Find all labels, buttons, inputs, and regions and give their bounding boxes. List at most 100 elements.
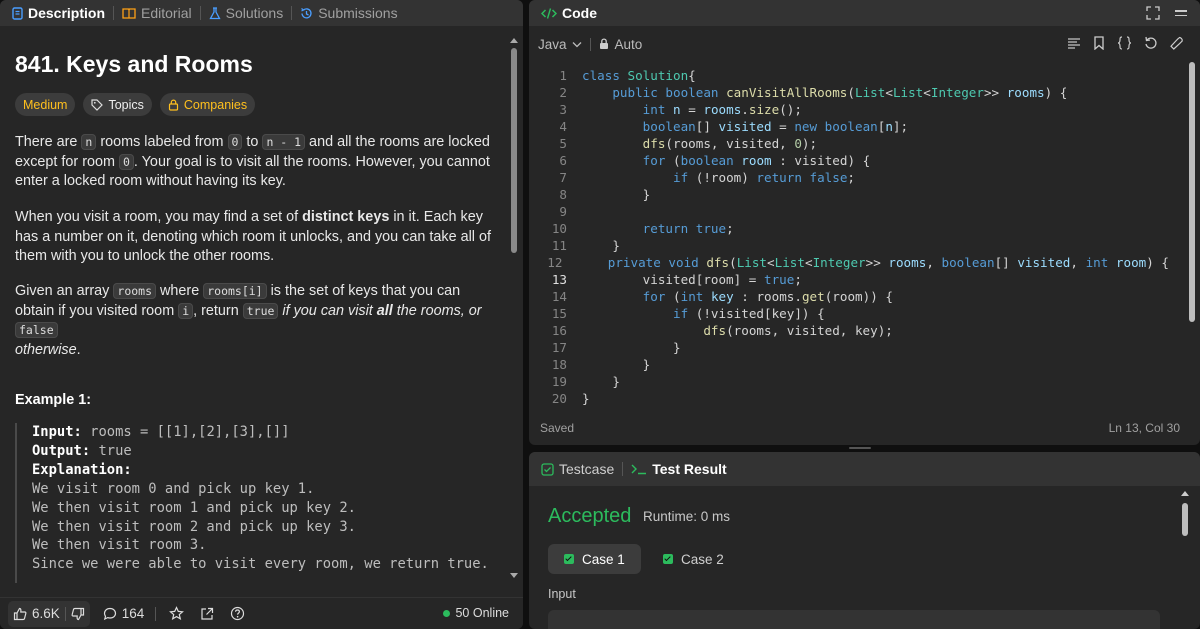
code-token: Solution: [627, 68, 689, 83]
auto-mode-toggle[interactable]: Auto: [599, 37, 642, 52]
scrollbar-thumb[interactable]: [1182, 503, 1188, 536]
code-token: n: [885, 119, 893, 134]
problem-title[interactable]: 841. Keys and Rooms: [15, 51, 253, 78]
line-number: 15: [551, 306, 567, 321]
scrollbar-thumb[interactable]: [511, 48, 517, 253]
favorite-button[interactable]: [164, 601, 189, 627]
reset-icon[interactable]: [1144, 36, 1158, 50]
inline-code: true: [242, 302, 279, 319]
share-button[interactable]: [195, 601, 219, 627]
description-scrollbar[interactable]: [510, 38, 518, 578]
code-line[interactable]: 3 int n = rooms.size();: [529, 101, 1169, 118]
code-text: private void dfs(List<List<Integer>> roo…: [562, 254, 1169, 271]
feedback-button[interactable]: [225, 601, 250, 627]
settings-icon[interactable]: [1170, 36, 1184, 50]
dislike-button[interactable]: [66, 601, 90, 627]
more-options-icon[interactable]: [1174, 6, 1188, 20]
tab-test-result[interactable]: Test Result: [627, 452, 730, 486]
test-scrollbar[interactable]: [1179, 488, 1191, 628]
code-line[interactable]: 19 }: [529, 373, 1169, 390]
code-token: }: [582, 187, 651, 202]
format-icon[interactable]: [1067, 36, 1081, 50]
code-line[interactable]: 2 public boolean canVisitAllRooms(List<L…: [529, 84, 1169, 101]
checkbox-icon: [541, 462, 554, 476]
code-scrollbar[interactable]: [1187, 62, 1197, 412]
italic-text: the rooms, or: [392, 302, 482, 319]
code-line[interactable]: 15 if (!visited[key]) {: [529, 305, 1169, 322]
divider: [199, 6, 201, 20]
bookmark-icon[interactable]: [1093, 36, 1105, 50]
code-token: >>: [865, 255, 889, 270]
code-line[interactable]: 20}: [529, 390, 1169, 407]
text: .: [76, 341, 81, 358]
tab-solutions[interactable]: Solutions: [205, 0, 288, 26]
history-icon: [300, 7, 313, 20]
code-token: class: [582, 68, 628, 83]
code-token: .: [741, 102, 749, 117]
code-line[interactable]: 10 return true;: [529, 220, 1169, 237]
code-token: []: [695, 119, 719, 134]
code-line[interactable]: 5 dfs(rooms, visited, 0);: [529, 135, 1169, 152]
fullscreen-icon[interactable]: [1146, 6, 1160, 20]
tab-description-label: Description: [28, 5, 106, 21]
code-line[interactable]: 7 if (!room) return false;: [529, 169, 1169, 186]
tab-submissions[interactable]: Submissions: [296, 0, 401, 26]
example-block: Input: rooms = [[1],[2],[3],[]] Output: t…: [15, 423, 505, 583]
output-value: true: [90, 442, 132, 459]
code-line[interactable]: 8 }: [529, 186, 1169, 203]
tab-code[interactable]: Code: [537, 0, 601, 26]
description-paragraph-2: When you visit a room, you may find a se…: [15, 208, 495, 267]
like-button[interactable]: 6.6K: [8, 601, 65, 627]
flask-icon: [209, 6, 221, 20]
code-line[interactable]: 9: [529, 203, 1169, 220]
tab-editorial[interactable]: Editorial: [118, 0, 196, 26]
code-token: List: [774, 255, 805, 270]
code-text: if (!room) return false;: [567, 169, 855, 186]
case-1-tab[interactable]: Case 1: [548, 544, 641, 574]
tab-description[interactable]: Description: [8, 0, 109, 26]
language-select[interactable]: Java: [538, 37, 582, 52]
code-line[interactable]: 14 for (int key : rooms.get(room)) {: [529, 288, 1169, 305]
case-2-tab[interactable]: Case 2: [647, 544, 740, 574]
code-token: <: [885, 85, 893, 100]
scrollbar-thumb[interactable]: [1189, 62, 1195, 322]
code-line[interactable]: 11 }: [529, 237, 1169, 254]
code-token: dfs: [642, 136, 666, 151]
code-line[interactable]: 18 }: [529, 356, 1169, 373]
resize-handle[interactable]: [849, 447, 871, 449]
companies-button[interactable]: Companies: [159, 93, 256, 116]
code-line[interactable]: 17 }: [529, 339, 1169, 356]
code-text: for (boolean room : visited) {: [567, 152, 871, 169]
code-line[interactable]: 16 dfs(rooms, visited, key);: [529, 322, 1169, 339]
braces-icon[interactable]: [1117, 36, 1132, 50]
tab-testcase[interactable]: Testcase: [537, 452, 618, 486]
code-line[interactable]: 12 private void dfs(List<List<Integer>> …: [529, 254, 1169, 271]
scroll-up-arrow-icon[interactable]: [510, 38, 518, 43]
code-text: int n = rooms.size();: [567, 101, 802, 118]
code-token: (rooms, visited, key);: [726, 323, 893, 338]
code-line[interactable]: 1 class Solution{: [529, 67, 1169, 84]
code-token: int: [642, 102, 674, 117]
input-value-box: [548, 610, 1160, 629]
line-number: 3: [559, 102, 567, 117]
scroll-up-arrow-icon[interactable]: [1181, 491, 1189, 496]
scroll-down-arrow-icon[interactable]: [510, 573, 518, 578]
code-line[interactable]: 13 visited[room] = true;: [529, 271, 1169, 288]
divider: [291, 6, 293, 20]
code-token: (: [847, 85, 855, 100]
test-panel: Testcase Test Result Accepted Runtime: 0…: [529, 452, 1200, 629]
topics-button[interactable]: Topics: [83, 93, 152, 116]
explanation-line: We then visit room 2 and pick up key 3.: [32, 518, 356, 535]
comments-button[interactable]: 164: [98, 601, 150, 627]
code-line[interactable]: 4 boolean[] visited = new boolean[n];: [529, 118, 1169, 135]
code-text: }: [567, 237, 620, 254]
code-line[interactable]: 6 for (boolean room : visited) {: [529, 152, 1169, 169]
code-editor[interactable]: 1 class Solution{2 public boolean canVisi…: [529, 67, 1169, 407]
test-tabbar: Testcase Test Result: [529, 452, 1200, 486]
